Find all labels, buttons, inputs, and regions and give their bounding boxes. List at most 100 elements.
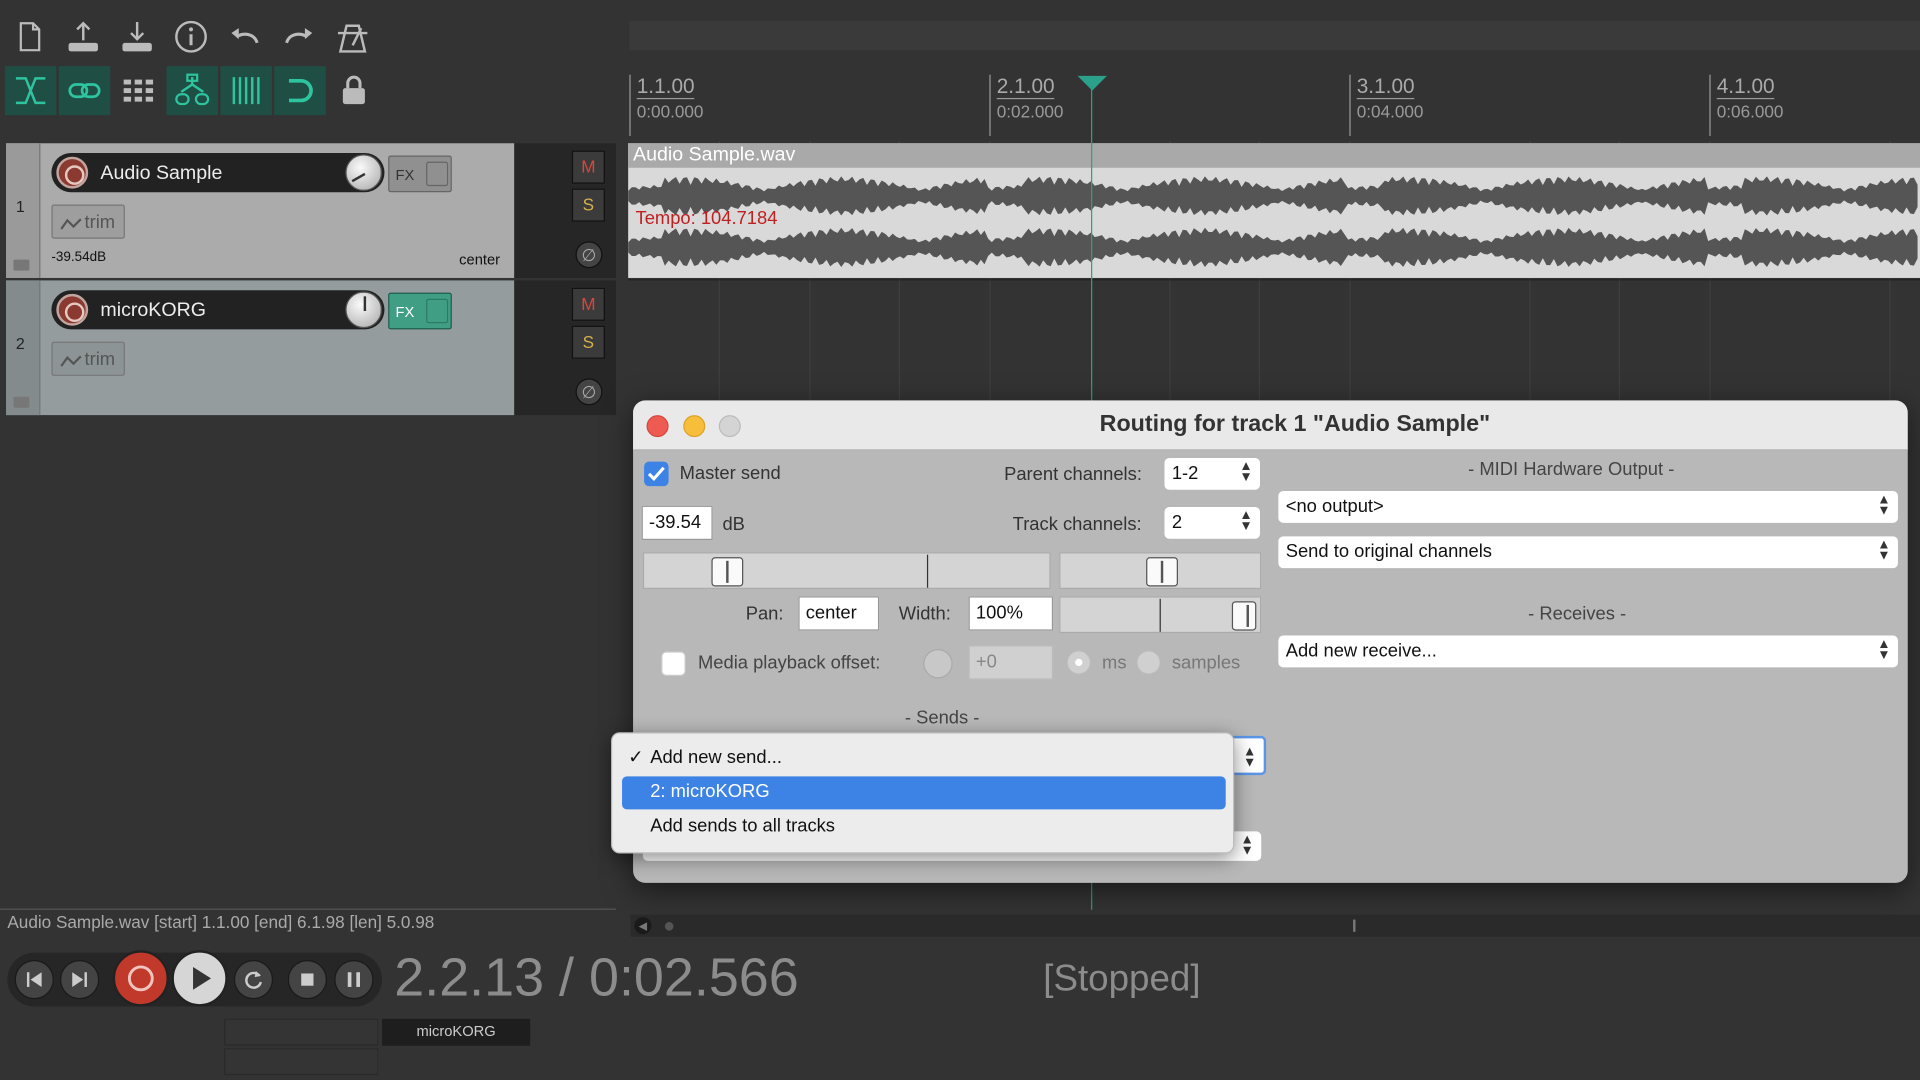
sends-header: - Sends - xyxy=(904,707,980,729)
master-send-label: Master send xyxy=(679,462,781,484)
waveform xyxy=(628,176,1918,267)
trim-button[interactable]: trim xyxy=(51,204,125,239)
fx-button[interactable]: FX xyxy=(388,155,452,193)
solo-button[interactable]: S xyxy=(571,325,605,359)
media-offset-checkbox[interactable] xyxy=(661,651,686,676)
parent-channels-select[interactable]: 1-2 ▲ ▼ xyxy=(1164,457,1261,490)
save-icon[interactable] xyxy=(56,12,110,61)
transport-bar xyxy=(7,950,383,1007)
phase-invert-icon[interactable]: ∅ xyxy=(575,241,603,269)
folder-icon[interactable] xyxy=(13,396,30,408)
mute-button[interactable]: M xyxy=(571,150,605,184)
samples-label: samples xyxy=(1171,652,1241,674)
width-slider-thumb[interactable] xyxy=(1231,601,1257,631)
ruler-marker: 3.1.00 0:04.000 xyxy=(1349,74,1423,136)
samples-radio[interactable] xyxy=(1136,650,1161,675)
volume-input[interactable]: -39.54 xyxy=(641,505,713,541)
volume-slider[interactable] xyxy=(642,552,1051,589)
track-name-bar[interactable]: microKORG xyxy=(51,290,385,330)
track-name[interactable]: Audio Sample xyxy=(100,163,222,185)
power-icon[interactable] xyxy=(426,298,449,324)
stepper-icon: ▲ ▼ xyxy=(1877,537,1891,564)
open-icon[interactable] xyxy=(110,12,164,61)
envelope-icon xyxy=(60,355,82,367)
ruler-marker: 1.1.00 0:00.000 xyxy=(629,74,703,136)
loop-icon[interactable] xyxy=(274,66,326,116)
group-icon[interactable] xyxy=(166,66,218,116)
ripple-edit-icon[interactable] xyxy=(4,66,57,116)
edit-toolbar xyxy=(4,66,380,116)
tempo-marker: Tempo: 104.7184 xyxy=(635,208,778,229)
pan-readout: center xyxy=(459,251,501,269)
volume-knob[interactable] xyxy=(345,291,383,329)
trim-button[interactable]: trim xyxy=(51,341,125,376)
main-toolbar xyxy=(2,12,379,61)
fx-button[interactable]: FX xyxy=(388,292,452,330)
mixer-cell xyxy=(224,1048,379,1076)
volume-slider-thumb[interactable] xyxy=(711,557,744,587)
record-arm-button[interactable] xyxy=(56,156,89,189)
new-project-icon[interactable] xyxy=(2,12,56,61)
grid-icon[interactable] xyxy=(113,66,164,115)
go-to-start-button[interactable] xyxy=(14,960,54,1000)
pan-input[interactable]: center xyxy=(798,596,880,631)
snap-grid-icon[interactable] xyxy=(220,66,272,116)
mixer-track-label[interactable]: microKORG xyxy=(382,1018,531,1046)
midi-hardware-output-header: - MIDI Hardware Output - xyxy=(1468,459,1675,481)
volume-knob[interactable] xyxy=(345,154,383,192)
stop-button[interactable] xyxy=(287,960,327,1000)
media-offset-input[interactable]: +0 xyxy=(968,645,1054,680)
play-button[interactable] xyxy=(171,950,228,1007)
record-button[interactable] xyxy=(112,950,169,1007)
width-slider[interactable] xyxy=(1059,596,1262,634)
volume-unit: dB xyxy=(722,514,745,536)
scroll-left-icon[interactable]: ◀ xyxy=(634,917,652,935)
track-number: 1 xyxy=(6,143,41,278)
menu-item-add-new-send[interactable]: ✓ Add new send... xyxy=(622,742,1226,775)
menu-item-microkorg[interactable]: 2: microKORG xyxy=(622,776,1226,810)
ms-radio[interactable] xyxy=(1066,650,1092,675)
track-1[interactable]: 1 Audio Sample FX trim -39.54dB center xyxy=(6,143,515,278)
volume-readout: -39.54dB xyxy=(51,249,107,265)
reaper-window: 1 Audio Sample FX trim -39.54dB center M… xyxy=(0,0,1920,1080)
link-icon[interactable] xyxy=(58,66,111,116)
track-2[interactable]: 2 microKORG FX trim xyxy=(6,280,515,416)
width-input[interactable]: 100% xyxy=(968,596,1054,631)
master-send-checkbox[interactable] xyxy=(644,461,669,487)
menu-item-add-sends-all[interactable]: Add sends to all tracks xyxy=(622,811,1226,844)
dialog-titlebar[interactable]: Routing for track 1 "Audio Sample" xyxy=(633,400,1908,451)
horizontal-scrollbar[interactable]: ◀ xyxy=(630,914,1920,937)
track-name-bar[interactable]: Audio Sample xyxy=(51,153,385,193)
pan-slider-thumb[interactable] xyxy=(1146,557,1178,587)
phase-invert-icon[interactable]: ∅ xyxy=(575,378,603,406)
timeline-ruler[interactable]: 1.1.00 0:00.000 2.1.00 0:02.000 3.1.00 0:04… xyxy=(628,67,1920,140)
ruler-marker: 2.1.00 0:02.000 xyxy=(989,74,1063,136)
offset-knob[interactable] xyxy=(923,648,953,679)
go-to-end-button[interactable] xyxy=(60,960,100,1000)
checkmark-icon: ✓ xyxy=(628,746,644,768)
dialog-title: Routing for track 1 "Audio Sample" xyxy=(1099,411,1491,438)
record-arm-button[interactable] xyxy=(56,293,89,326)
midi-channels-select[interactable]: Send to original channels ▲ ▼ xyxy=(1278,536,1898,569)
time-display[interactable]: 2.2.13 / 0:02.566 xyxy=(394,948,798,1009)
pause-button[interactable] xyxy=(334,960,374,1000)
track-number: 2 xyxy=(6,280,41,416)
power-icon[interactable] xyxy=(426,161,449,187)
add-receive-select[interactable]: Add new receive... ▲ ▼ xyxy=(1278,635,1898,668)
metronome-icon[interactable] xyxy=(326,12,380,61)
item-info-status: Audio Sample.wav [start] 1.1.00 [end] 6.… xyxy=(7,912,435,932)
undo-icon[interactable] xyxy=(218,12,272,61)
redo-icon[interactable] xyxy=(272,12,326,61)
midi-output-select[interactable]: <no output> ▲ ▼ xyxy=(1278,491,1898,523)
mute-button[interactable]: M xyxy=(571,287,605,321)
pan-label: Pan: xyxy=(745,603,784,625)
track-channels-select[interactable]: 2 ▲ ▼ xyxy=(1164,506,1261,539)
info-icon[interactable] xyxy=(164,12,218,61)
lock-icon[interactable] xyxy=(328,66,379,115)
pan-slider[interactable] xyxy=(1059,552,1262,589)
repeat-button[interactable] xyxy=(233,960,274,1000)
media-item[interactable]: Audio Sample.wav Tempo: 104.7184 xyxy=(628,143,1920,278)
track-name[interactable]: microKORG xyxy=(100,300,206,322)
folder-icon[interactable] xyxy=(13,259,30,271)
solo-button[interactable]: S xyxy=(571,188,605,222)
